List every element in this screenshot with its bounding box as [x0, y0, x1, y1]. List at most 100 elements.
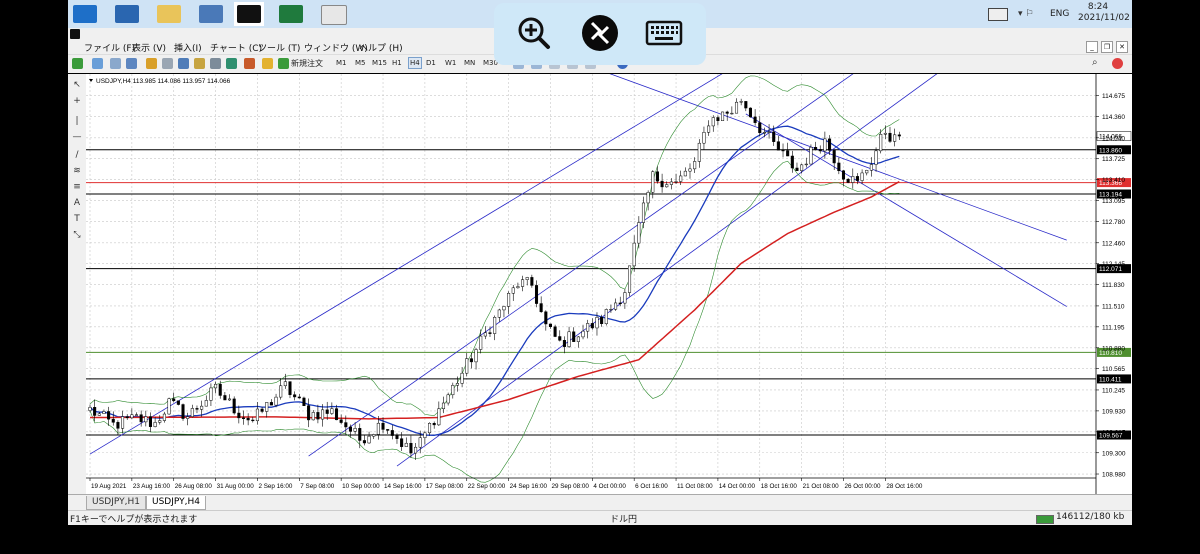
- cursor-icon[interactable]: ↖: [71, 80, 83, 90]
- candle-body: [748, 107, 752, 118]
- candle-body: [395, 435, 399, 439]
- candle-body: [465, 358, 469, 374]
- candle-body: [595, 316, 599, 329]
- arrow-tool-icon[interactable]: ⤡: [71, 230, 83, 240]
- zoom-in-icon[interactable]: [514, 13, 554, 53]
- new-order-button[interactable]: 新規注文: [291, 58, 323, 69]
- new-order-icon[interactable]: [278, 58, 289, 69]
- candle-body: [218, 383, 222, 396]
- minimize-icon[interactable]: _: [1086, 41, 1098, 53]
- candle-body: [116, 422, 120, 429]
- menu-insert[interactable]: 挿入(I): [174, 41, 202, 54]
- channel-icon[interactable]: ≋: [71, 166, 83, 176]
- channel-trendline[interactable]: [89, 74, 727, 455]
- x-tick-label: 14 Oct 00:00: [719, 483, 756, 490]
- x-tick-label: 6 Oct 16:00: [635, 483, 668, 490]
- price-chart[interactable]: 114.066113.860113.366113.194112.071110.8…: [86, 74, 1132, 494]
- candle-body: [330, 408, 334, 414]
- tf-d1[interactable]: D1: [426, 59, 436, 67]
- candle-body: [428, 423, 432, 434]
- menu-file[interactable]: ファイル (F): [84, 41, 135, 54]
- data-window-icon[interactable]: [194, 58, 205, 69]
- input-language[interactable]: ENG: [1050, 9, 1069, 19]
- fibonacci-icon[interactable]: ≡: [71, 182, 83, 192]
- text-icon[interactable]: A: [71, 198, 83, 208]
- candle-body: [488, 332, 492, 334]
- tester-icon[interactable]: [178, 58, 189, 69]
- candle-body: [762, 132, 766, 134]
- channel-trendline[interactable]: [745, 113, 1067, 307]
- candle-body: [358, 428, 362, 441]
- xm-app-icon[interactable]: [234, 2, 264, 26]
- y-tick-label: 109.615: [1102, 429, 1126, 436]
- terminal-icon[interactable]: [162, 58, 173, 69]
- menu-help[interactable]: ヘルプ (H): [359, 41, 403, 54]
- tf-mn[interactable]: MN: [464, 59, 475, 67]
- candle-body: [367, 435, 371, 444]
- search-icon[interactable]: ⌕: [1092, 57, 1103, 68]
- x-tick-label: 14 Sep 16:00: [384, 483, 422, 490]
- tf-w1[interactable]: W1: [445, 59, 456, 67]
- candle-body: [823, 138, 827, 152]
- close-icon[interactable]: ✕: [1116, 41, 1128, 53]
- profiles-icon[interactable]: [92, 58, 103, 69]
- candle-body: [665, 184, 669, 188]
- xm-logo-icon: [70, 29, 80, 39]
- excel-icon[interactable]: [276, 2, 306, 26]
- menu-chart[interactable]: チャート (C): [210, 41, 262, 54]
- file-explorer-icon[interactable]: [154, 2, 184, 26]
- candle-body: [883, 132, 887, 135]
- tf-h4[interactable]: H4: [408, 57, 422, 69]
- navigator-icon[interactable]: [146, 58, 157, 69]
- windows-icon[interactable]: [70, 2, 100, 26]
- restore-icon[interactable]: ❐: [1101, 41, 1113, 53]
- x-tick-label: 4 Oct 00:00: [593, 483, 626, 490]
- market-watch-icon[interactable]: [126, 58, 137, 69]
- candle-body: [279, 385, 283, 398]
- keyboard-tray-icon[interactable]: [988, 8, 1008, 21]
- keyboard-icon[interactable]: [644, 13, 684, 53]
- vertical-line-icon[interactable]: |: [71, 116, 83, 126]
- candle-body: [758, 122, 762, 133]
- history-icon[interactable]: [262, 58, 273, 69]
- candle-body: [441, 402, 446, 410]
- tab-usdjpy-h1[interactable]: USDJPY,H1: [86, 496, 146, 510]
- network-app-icon[interactable]: [196, 2, 226, 26]
- print-icon[interactable]: [210, 58, 221, 69]
- tf-m1[interactable]: M1: [336, 59, 347, 67]
- settings-app-icon[interactable]: [318, 2, 348, 26]
- text-label-icon[interactable]: T: [71, 214, 83, 224]
- tf-m15[interactable]: M15: [372, 59, 387, 67]
- symbol-dropdown-icon[interactable]: [89, 79, 93, 82]
- drawing-toolbox: ↖ + | — / ≋ ≡ A T ⤡: [68, 74, 87, 494]
- crosshair-icon[interactable]: +: [71, 96, 83, 106]
- candle-body: [600, 316, 604, 324]
- trendline-icon[interactable]: /: [71, 150, 83, 160]
- menu-tools[interactable]: ツール (T): [258, 41, 300, 54]
- candle-body: [828, 138, 832, 151]
- tf-h1[interactable]: H1: [392, 59, 402, 67]
- candle-body: [683, 170, 687, 177]
- horizontal-line-icon[interactable]: —: [71, 132, 83, 142]
- new-chart-icon[interactable]: [72, 58, 83, 69]
- tray-clock[interactable]: 8:24 2021/11/02: [1078, 2, 1130, 24]
- y-tick-label: 110.245: [1102, 387, 1125, 394]
- candle-body: [260, 408, 264, 412]
- candle-body: [744, 101, 748, 109]
- tab-usdjpy-h4[interactable]: USDJPY,H4: [146, 496, 206, 510]
- candle-body: [586, 323, 590, 332]
- signals-icon[interactable]: [244, 58, 255, 69]
- tf-m5[interactable]: M5: [355, 59, 366, 67]
- sigma-app-icon[interactable]: [112, 2, 142, 26]
- experts-icon[interactable]: [226, 58, 237, 69]
- window-icon[interactable]: [110, 58, 121, 69]
- candle-body: [669, 181, 673, 185]
- x-tick-label: 10 Sep 00:00: [342, 483, 380, 490]
- candle-body: [776, 141, 780, 151]
- notifications-icon[interactable]: [1112, 58, 1123, 69]
- flag-tray-icon[interactable]: ▾ ⚐: [1018, 9, 1033, 19]
- candle-body: [181, 404, 185, 419]
- candle-body: [832, 150, 836, 164]
- remote-desktop-icon[interactable]: [580, 13, 620, 53]
- menu-view[interactable]: 表示 (V): [132, 41, 166, 54]
